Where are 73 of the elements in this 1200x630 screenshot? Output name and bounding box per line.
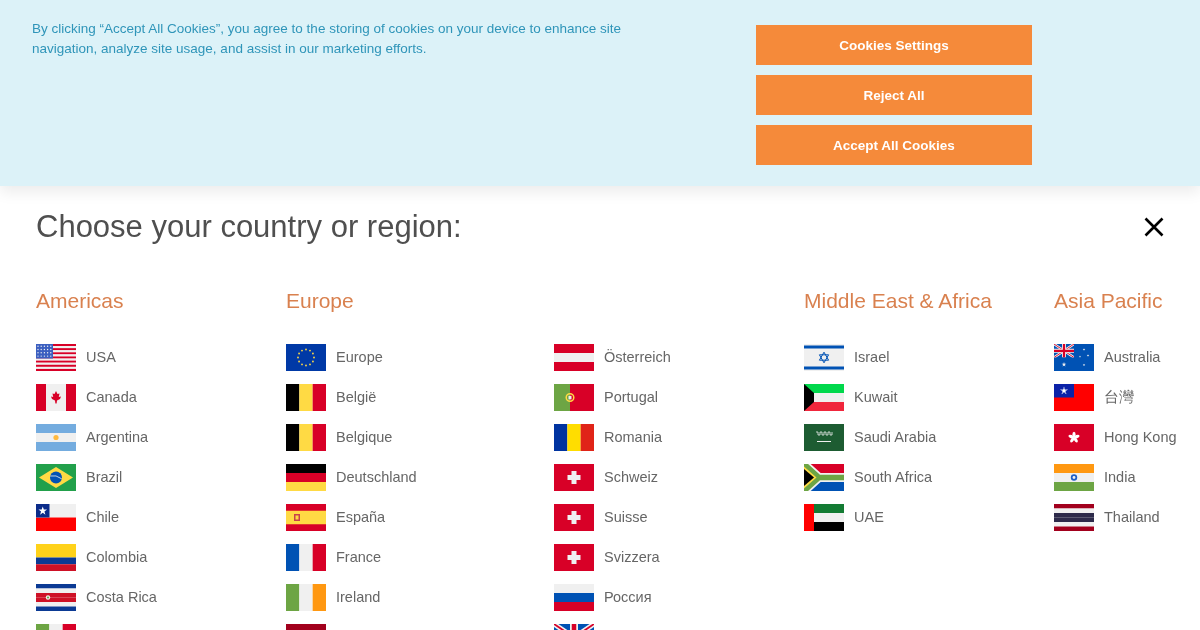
- flag-icon: [1054, 463, 1094, 491]
- close-button[interactable]: [1144, 217, 1164, 237]
- flag-icon: [1054, 423, 1094, 451]
- flag-icon: [286, 463, 326, 491]
- country-link[interactable]: Россия: [554, 577, 652, 617]
- country-link[interactable]: Europe: [286, 337, 383, 377]
- flag-icon: [554, 383, 594, 411]
- flag-icon: [1054, 343, 1094, 371]
- flag-icon: [286, 583, 326, 611]
- flag-icon: [554, 623, 594, 630]
- country-link[interactable]: France: [286, 537, 382, 577]
- country-link[interactable]: Romania: [554, 417, 663, 457]
- flag-icon: [554, 343, 594, 371]
- country-link[interactable]: Deutschland: [286, 457, 417, 497]
- flag-icon: [36, 383, 76, 411]
- flag-icon: [804, 343, 844, 371]
- flag-icon: [286, 503, 326, 531]
- flag-icon: [554, 583, 594, 611]
- flag-icon: [554, 423, 594, 451]
- country-link[interactable]: Svizzera: [554, 537, 660, 577]
- country-link[interactable]: Saudi Arabia: [804, 417, 937, 457]
- flag-icon: [36, 583, 76, 611]
- country-link[interactable]: België: [286, 377, 377, 417]
- flag-icon: [804, 503, 844, 531]
- flag-icon: [286, 543, 326, 571]
- close-icon: [1144, 217, 1164, 237]
- country-link[interactable]: Österreich: [554, 337, 671, 377]
- country-link[interactable]: Costa Rica: [36, 577, 157, 617]
- flag-icon: [1054, 383, 1094, 411]
- flag-icon: [36, 343, 76, 371]
- cookie-notice-text: By clicking “Accept All Cookies”, you agree to the storing of cookies on your device to enhance site navigation, analyze site usage, and assist in our marketing efforts.: [32, 20, 623, 58]
- region-heading: Asia Pacific: [1054, 289, 1164, 313]
- country-link[interactable]: Thailand: [1054, 497, 1160, 537]
- flag-icon: [286, 423, 326, 451]
- country-link[interactable]: South Africa: [804, 457, 933, 497]
- country-link[interactable]: Israel: [804, 337, 890, 377]
- flag-icon: [1054, 503, 1094, 531]
- country-link[interactable]: Kuwait: [804, 377, 898, 417]
- flag-icon: [804, 383, 844, 411]
- flag-icon: [286, 383, 326, 411]
- country-link[interactable]: Argentina: [36, 417, 149, 457]
- country-link[interactable]: Ireland: [286, 577, 381, 617]
- country-link[interactable]: Portugal: [554, 377, 658, 417]
- flag-icon: [554, 463, 594, 491]
- country-link[interactable]: Schweiz: [554, 457, 658, 497]
- country-link[interactable]: Suisse: [554, 497, 648, 537]
- region-heading: Europe: [286, 289, 355, 313]
- flag-icon: [286, 343, 326, 371]
- flag-icon: [36, 423, 76, 451]
- flag-icon: [36, 503, 76, 531]
- flag-icon: [804, 423, 844, 451]
- country-link[interactable]: Canada: [36, 377, 137, 417]
- country-link[interactable]: España: [286, 497, 386, 537]
- flag-icon: [554, 503, 594, 531]
- country-link[interactable]: UAE: [804, 497, 884, 537]
- region-heading: Americas: [36, 289, 125, 313]
- dialog-title: Choose your country or region:: [36, 208, 462, 246]
- flag-icon: [36, 463, 76, 491]
- country-link[interactable]: USA: [36, 337, 116, 377]
- flag-icon: [804, 463, 844, 491]
- flag-icon: [286, 623, 326, 630]
- country-link[interactable]: Australia: [1054, 337, 1161, 377]
- flag-icon: [554, 543, 594, 571]
- country-link[interactable]: Hong Kong: [1054, 417, 1177, 457]
- country-link[interactable]: Chile: [36, 497, 120, 537]
- flag-icon: [36, 543, 76, 571]
- flag-icon: [36, 623, 76, 630]
- country-link[interactable]: India: [1054, 457, 1136, 497]
- country-link[interactable]: 台灣: [1054, 377, 1134, 417]
- country-link[interactable]: Brazil: [36, 457, 123, 497]
- country-link[interactable]: Colombia: [36, 537, 148, 577]
- country-link[interactable]: Belgique: [286, 417, 393, 457]
- region-heading: Middle East & Africa: [804, 289, 993, 313]
